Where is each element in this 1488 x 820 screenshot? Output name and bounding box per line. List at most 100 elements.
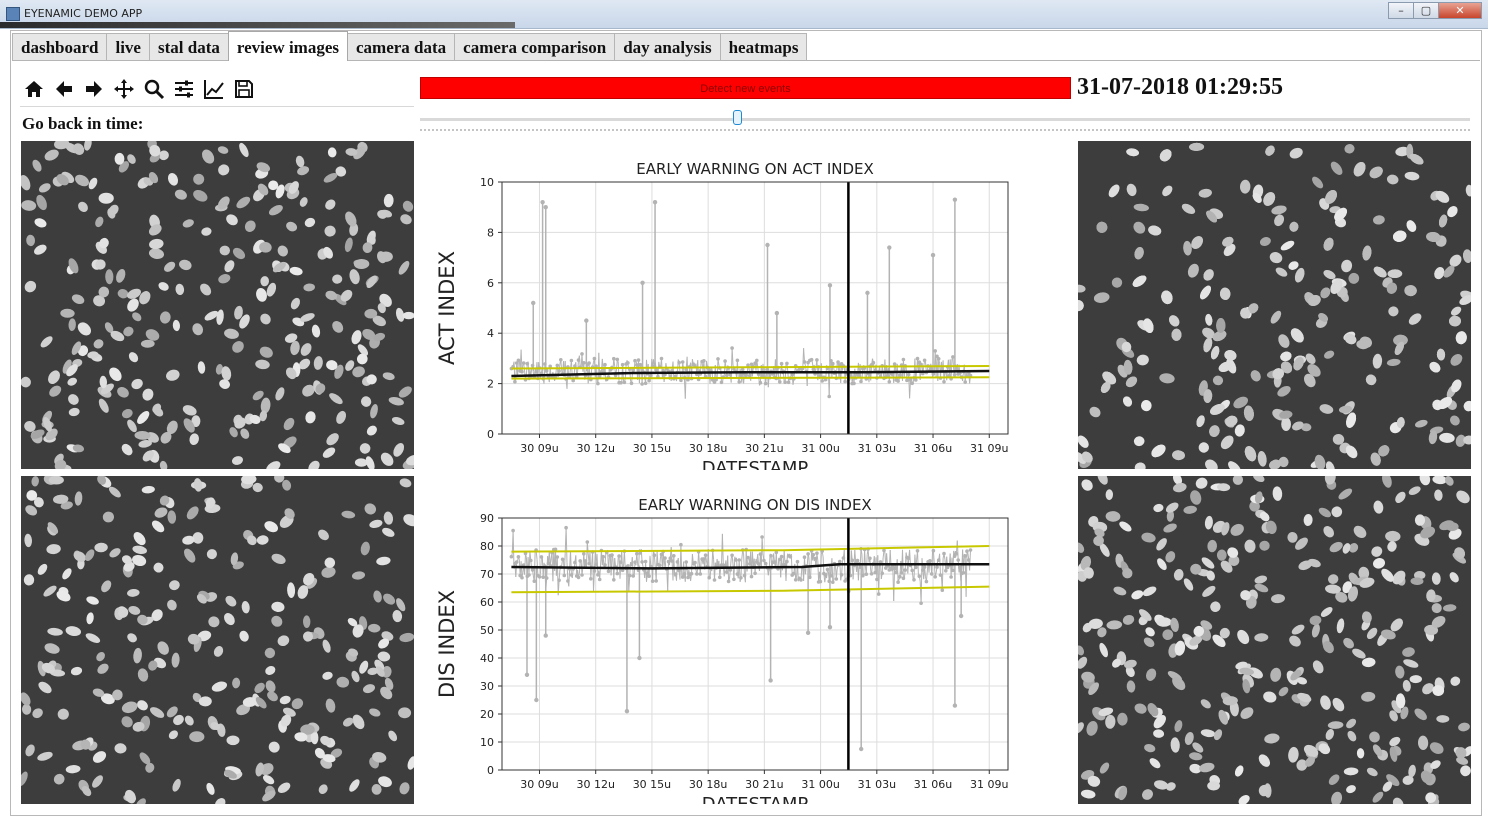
camera-image-bottom-right bbox=[1078, 476, 1471, 804]
act-index-chart-svg: 30 09u 30 12u 30 15u 30 18u 30 21u 31 00u 31 0… bbox=[435, 160, 1009, 470]
tab-stal-data[interactable]: stal data bbox=[148, 33, 229, 60]
x-tick-label: 30 15u bbox=[633, 442, 671, 455]
tab-camera-comparison[interactable]: camera comparison bbox=[454, 33, 616, 60]
x-tick-label: 30 18u bbox=[689, 778, 727, 791]
spike-point bbox=[624, 709, 630, 714]
pan-icon[interactable] bbox=[112, 77, 136, 101]
leaf-shape bbox=[1156, 617, 1172, 627]
detect-events-button[interactable]: Detect new events bbox=[420, 77, 1071, 99]
spike-point bbox=[858, 746, 864, 752]
edit-axis-icon[interactable] bbox=[202, 77, 226, 101]
spike-point bbox=[531, 300, 536, 306]
y-tick-label: 0 bbox=[487, 764, 494, 777]
spike-point bbox=[952, 197, 958, 202]
spike-point bbox=[765, 242, 770, 248]
current-timestamp: 31-07-2018 01:29:55 bbox=[1077, 74, 1283, 100]
y-tick-label: 80 bbox=[480, 540, 494, 553]
time-slider[interactable] bbox=[420, 110, 1470, 132]
spike-point bbox=[865, 290, 870, 296]
spike-point bbox=[640, 280, 645, 285]
spike-point bbox=[952, 703, 958, 708]
y-tick-label: 90 bbox=[480, 512, 494, 525]
plot-toolbar bbox=[22, 74, 256, 104]
x-tick-label: 31 09u bbox=[970, 778, 1008, 791]
slider-focus-outline bbox=[420, 129, 1470, 131]
x-tick-label: 30 15u bbox=[633, 778, 671, 791]
data-segment bbox=[723, 375, 725, 378]
camera-image-top-left-canvas bbox=[21, 141, 414, 469]
image-background bbox=[21, 141, 414, 469]
spike-point bbox=[543, 205, 548, 210]
save-icon[interactable] bbox=[232, 77, 256, 101]
spike-point bbox=[652, 199, 658, 205]
zoom-icon[interactable] bbox=[142, 77, 166, 101]
data-segment bbox=[897, 379, 900, 382]
window-controls: – ▢ ✕ bbox=[1388, 2, 1482, 20]
y-axis-label: DIS INDEX bbox=[435, 590, 459, 698]
y-tick-label: 20 bbox=[480, 708, 494, 721]
spike-point bbox=[774, 310, 780, 316]
home-icon[interactable] bbox=[22, 77, 46, 101]
y-tick-label: 8 bbox=[487, 226, 494, 239]
spike-point bbox=[637, 655, 642, 661]
x-tick-label: 30 21u bbox=[745, 442, 783, 455]
y-tick-label: 40 bbox=[480, 652, 494, 665]
back-arrow-icon[interactable] bbox=[52, 77, 76, 101]
leaf-shape bbox=[1216, 318, 1226, 333]
spike-point bbox=[958, 613, 964, 619]
spike-point bbox=[524, 672, 530, 677]
maximize-button[interactable]: ▢ bbox=[1413, 2, 1439, 19]
leaf-shape bbox=[98, 192, 114, 204]
tab-camera-data[interactable]: camera data bbox=[346, 33, 456, 60]
spike-point bbox=[768, 678, 773, 683]
y-tick-label: 10 bbox=[480, 736, 494, 749]
tab-dashboard[interactable]: dashboard bbox=[12, 33, 108, 60]
y-tick-label: 70 bbox=[480, 568, 494, 581]
data-point bbox=[968, 548, 973, 552]
spike-point bbox=[805, 630, 811, 635]
window-title: EYENAMIC DEMO APP bbox=[24, 7, 143, 20]
configure-subplots-icon[interactable] bbox=[172, 77, 196, 101]
y-tick-label: 10 bbox=[480, 176, 494, 189]
camera-image-bottom-left-canvas bbox=[21, 476, 414, 804]
minimize-button[interactable]: – bbox=[1388, 2, 1414, 19]
spike-point bbox=[887, 245, 892, 250]
leaf-shape bbox=[398, 707, 412, 719]
spike-point bbox=[543, 633, 548, 638]
camera-image-top-left bbox=[21, 141, 414, 469]
leaf-shape bbox=[1207, 781, 1220, 791]
dis-index-chart: 30 09u 30 12u 30 15u 30 18u 30 21u 31 00u 31 0… bbox=[420, 478, 1070, 808]
tab-review-images[interactable]: review images bbox=[227, 31, 348, 61]
x-tick-label: 31 03u bbox=[858, 442, 896, 455]
spike-point bbox=[827, 625, 833, 630]
lower-band-line bbox=[511, 376, 990, 380]
x-tick-label: 31 03u bbox=[858, 778, 896, 791]
y-axis-label: ACT INDEX bbox=[435, 251, 459, 365]
dis-index-chart-svg: 30 09u 30 12u 30 15u 30 18u 30 21u 31 00u 31 0… bbox=[435, 496, 1009, 804]
spike-point bbox=[930, 252, 936, 258]
forward-arrow-icon[interactable] bbox=[82, 77, 106, 101]
x-tick-label: 30 09u bbox=[520, 442, 558, 455]
titlebar-overlay bbox=[0, 22, 515, 28]
leaf-shape bbox=[226, 735, 240, 746]
window-titlebar: EYENAMIC DEMO APP – ▢ ✕ bbox=[0, 0, 1488, 29]
x-tick-label: 30 12u bbox=[576, 778, 614, 791]
data-segment bbox=[910, 564, 912, 567]
camera-image-top-right bbox=[1078, 141, 1471, 469]
data-segment bbox=[655, 369, 658, 372]
leaf-shape bbox=[1425, 792, 1437, 803]
spike-point bbox=[827, 283, 833, 288]
spike-point bbox=[534, 697, 539, 703]
slider-track[interactable] bbox=[420, 118, 1470, 121]
x-tick-label: 30 09u bbox=[520, 778, 558, 791]
camera-image-bottom-left bbox=[21, 476, 414, 804]
camera-image-bottom-right-canvas bbox=[1078, 476, 1471, 804]
tab-heatmaps[interactable]: heatmaps bbox=[719, 33, 808, 60]
slider-handle[interactable] bbox=[733, 110, 742, 125]
toolbar-divider bbox=[20, 106, 414, 107]
y-tick-label: 0 bbox=[487, 428, 494, 441]
tab-day-analysis[interactable]: day analysis bbox=[614, 33, 721, 60]
data-segment bbox=[911, 382, 914, 384]
close-button[interactable]: ✕ bbox=[1438, 2, 1482, 19]
tab-live[interactable]: live bbox=[106, 33, 150, 60]
